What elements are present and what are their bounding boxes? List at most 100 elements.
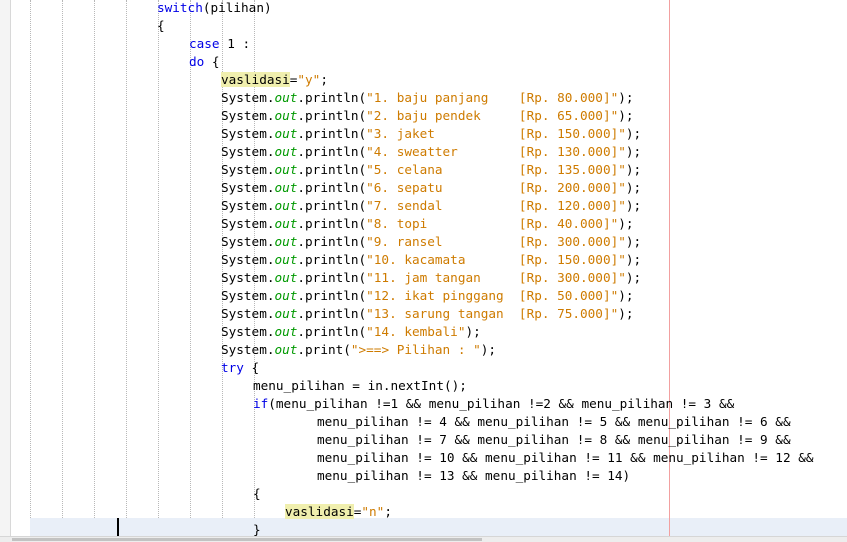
code-token: menu_pilihan != 13 && menu_pilihan != 14… [317, 468, 631, 483]
code-token: vaslidasi [221, 72, 290, 87]
code-line: if(menu_pilihan !=1 && menu_pilihan !=2 … [253, 395, 734, 413]
code-token: .println( [297, 126, 367, 141]
code-token: System. [221, 342, 275, 357]
code-token: ); [625, 144, 642, 159]
code-token: vaslidasi [285, 504, 354, 519]
code-token: System. [221, 252, 275, 267]
code-line: System.out.println("1. baju panjang [Rp.… [221, 89, 634, 107]
code-token: menu_pilihan != 10 && menu_pilihan != 11… [317, 450, 814, 465]
code-token: .print( [297, 342, 351, 357]
code-token: ); [625, 198, 642, 213]
code-token: .println( [297, 180, 367, 195]
code-line: System.out.println("10. kacamata [Rp. 15… [221, 251, 641, 269]
code-token: ); [618, 108, 634, 123]
code-token: menu_pilihan = in.nextInt(); [253, 378, 467, 393]
code-line: do { [189, 53, 220, 71]
code-token: try [221, 360, 244, 375]
code-token: "14. kembali" [366, 324, 466, 339]
code-token: ); [625, 162, 642, 177]
code-token: System. [221, 198, 275, 213]
code-line: System.out.println("3. jaket [Rp. 150.00… [221, 125, 641, 143]
code-token: out [274, 126, 298, 141]
code-line: try { [221, 359, 259, 377]
code-line: vaslidasi="y"; [221, 71, 328, 89]
editor-gutter [0, 0, 11, 536]
code-token: if [253, 396, 269, 411]
code-token: .println( [297, 162, 367, 177]
code-token: "6. sepatu [Rp. 200.000]" [366, 180, 626, 195]
indent-guide [190, 0, 191, 536]
code-line: System.out.println("12. ikat pinggang [R… [221, 287, 634, 305]
code-token: out [274, 324, 298, 339]
code-token: 1 : [219, 36, 251, 51]
code-token: "4. sweatter [Rp. 130.000]" [366, 144, 626, 159]
code-token: menu_pilihan != 4 && menu_pilihan != 5 &… [317, 414, 791, 429]
code-token: System. [221, 216, 275, 231]
horizontal-scrollbar[interactable] [0, 536, 847, 542]
code-token: System. [221, 108, 275, 123]
code-token: System. [221, 270, 275, 285]
code-token: ); [618, 306, 634, 321]
code-token: System. [221, 324, 275, 339]
current-line-highlight [30, 518, 847, 536]
code-line: menu_pilihan != 7 && menu_pilihan != 8 &… [317, 431, 791, 449]
code-token: System. [221, 144, 275, 159]
code-token: ; [384, 504, 392, 519]
code-token: ; [320, 72, 328, 87]
code-token: ); [625, 126, 642, 141]
code-token: case [189, 36, 220, 51]
code-token: .println( [297, 144, 367, 159]
code-token: ); [465, 324, 481, 339]
code-token: out [274, 162, 298, 177]
code-token: "13. sarung tangan [Rp. 75.000]" [366, 306, 619, 321]
code-token: out [274, 108, 298, 123]
code-token: out [274, 252, 298, 267]
code-token: "n" [361, 504, 385, 519]
code-token: ">==> Pilihan : " [350, 342, 481, 357]
code-line: menu_pilihan != 10 && menu_pilihan != 11… [317, 449, 814, 467]
code-token: "7. sendal [Rp. 120.000]" [366, 198, 626, 213]
code-token: { [243, 360, 260, 375]
code-token: "3. jaket [Rp. 150.000]" [366, 126, 626, 141]
code-editor[interactable]: switch(pilihan){case 1 : do {vaslidasi="y… [0, 0, 847, 536]
code-token: System. [221, 126, 275, 141]
code-token: ); [625, 252, 642, 267]
code-line: System.out.println("4. sweatter [Rp. 130… [221, 143, 641, 161]
code-token: .println( [297, 252, 367, 267]
code-token: ); [480, 342, 497, 357]
code-token: System. [221, 180, 275, 195]
code-line: System.out.println("11. jam tangan [Rp. … [221, 269, 641, 287]
code-token: out [274, 306, 298, 321]
code-line: { [157, 17, 165, 35]
indent-guide [30, 0, 31, 536]
code-token: (menu_pilihan !=1 && menu_pilihan !=2 &&… [268, 396, 735, 411]
code-token: .println( [297, 198, 367, 213]
code-token: out [274, 198, 298, 213]
code-token: { [157, 18, 165, 33]
code-token: out [274, 342, 298, 357]
code-token: out [274, 90, 298, 105]
code-token: System. [221, 306, 275, 321]
code-token: System. [221, 288, 275, 303]
code-line: } [253, 521, 261, 536]
indent-guide [62, 0, 63, 536]
code-token: ); [618, 90, 634, 105]
code-token: .println( [297, 108, 367, 123]
code-token: "1. baju panjang [Rp. 80.000]" [366, 90, 619, 105]
code-token: out [274, 180, 298, 195]
code-token: .println( [297, 216, 367, 231]
code-line: System.out.println("7. sendal [Rp. 120.0… [221, 197, 641, 215]
indent-guide [126, 0, 127, 536]
code-line: menu_pilihan != 13 && menu_pilihan != 14… [317, 467, 630, 485]
code-token: out [274, 288, 298, 303]
code-token: "y" [297, 72, 321, 87]
text-caret [117, 518, 119, 536]
code-token: System. [221, 234, 275, 249]
code-token: "8. topi [Rp. 40.000]" [366, 216, 619, 231]
code-token: "9. ransel [Rp. 300.000]" [366, 234, 626, 249]
code-token: .println( [297, 90, 367, 105]
code-token: ); [618, 216, 634, 231]
code-line: vaslidasi="n"; [285, 503, 392, 521]
code-line: System.out.println("2. baju pendek [Rp. … [221, 107, 634, 125]
code-token: "12. ikat pinggang [Rp. 50.000]" [366, 288, 619, 303]
